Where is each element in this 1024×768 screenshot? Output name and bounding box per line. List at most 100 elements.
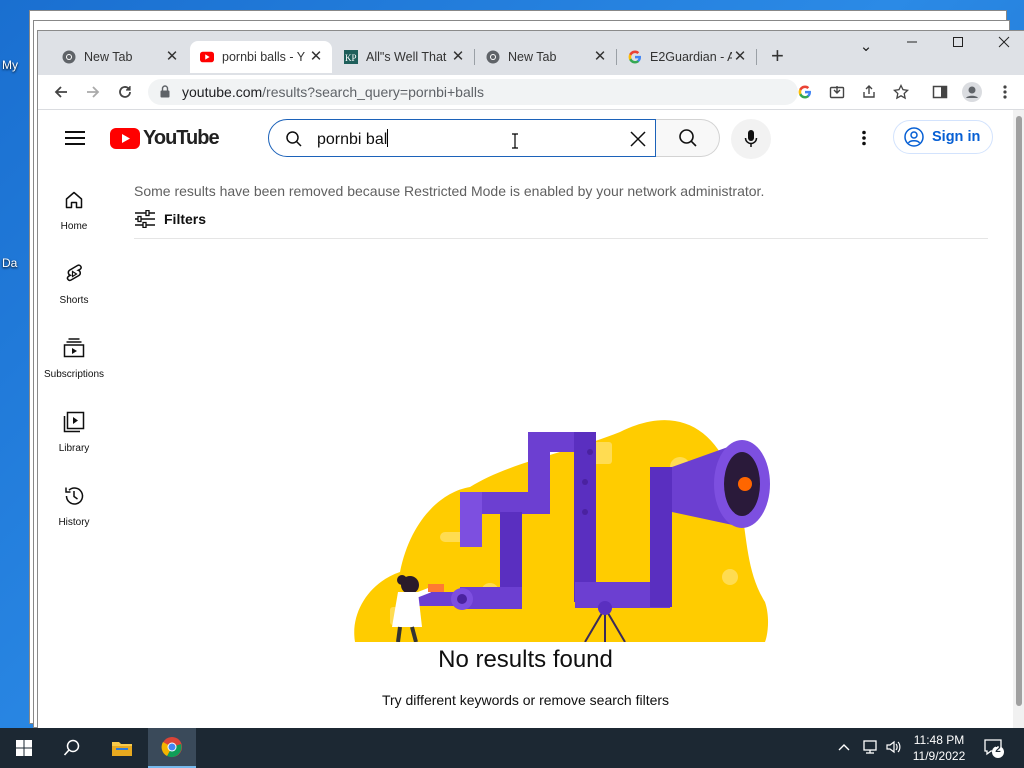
close-icon[interactable]: ✕ <box>164 49 180 65</box>
url-text[interactable]: youtube.com/results?search_query=pornbi+… <box>182 84 484 100</box>
tab-search-chevron-icon[interactable]: ⌄ <box>851 37 881 55</box>
reload-icon[interactable] <box>114 81 136 103</box>
chrome-icon <box>161 737 182 758</box>
tab-e2guardian[interactable]: E2Guardian - A ✕ <box>618 41 756 73</box>
tab-title: E2Guardian - A <box>650 50 732 64</box>
browser-toolbar: youtube.com/results?search_query=pornbi+… <box>38 75 1024 110</box>
sidebar-item-subscriptions[interactable]: Subscriptions <box>38 324 110 398</box>
tab-title: New Tab <box>84 50 133 64</box>
text-cursor-icon <box>511 133 519 154</box>
desktop-label[interactable]: Da <box>2 256 17 270</box>
close-icon[interactable]: ✕ <box>732 49 748 65</box>
bookmark-star-icon[interactable] <box>891 82 911 102</box>
sidebar-item-home[interactable]: Home <box>38 176 110 250</box>
forward-arrow-icon[interactable] <box>82 81 104 103</box>
subscriptions-icon <box>62 336 86 360</box>
settings-kebab-icon[interactable] <box>854 127 874 149</box>
chrome-icon <box>486 50 500 64</box>
youtube-play-icon <box>110 128 140 149</box>
library-icon <box>62 410 86 434</box>
menu-hamburger-icon[interactable] <box>65 130 85 151</box>
chrome-taskbar-button[interactable] <box>148 728 196 768</box>
clock-date: 11/9/2022 <box>912 749 966 763</box>
install-app-icon[interactable] <box>827 82 847 102</box>
desktop-label[interactable]: My <box>2 58 18 72</box>
start-button[interactable] <box>0 728 48 768</box>
show-hidden-icons-chevron-icon[interactable] <box>838 740 850 755</box>
browser-window: New Tab ✕ pornbi balls - Y ✕ KP All"s We… <box>37 30 1024 729</box>
home-icon <box>62 188 86 212</box>
folder-icon <box>112 742 132 756</box>
search-icon <box>285 130 303 153</box>
tab-new-tab[interactable]: New Tab ✕ <box>476 41 616 73</box>
youtube-logo[interactable]: YouTube <box>110 127 220 150</box>
no-results-subtitle: Try different keywords or remove search … <box>381 692 670 708</box>
search-button[interactable] <box>656 119 720 157</box>
youtube-wordmark: YouTube <box>143 127 220 149</box>
share-icon[interactable] <box>859 82 879 102</box>
youtube-icon <box>200 50 214 64</box>
youtube-page: YouTube pornbi bal Sign in Home Shorts S… <box>38 110 1013 729</box>
tab-separator <box>616 49 617 65</box>
close-icon[interactable]: ✕ <box>450 49 466 65</box>
tab-new-tab[interactable]: New Tab ✕ <box>40 41 188 73</box>
sign-in-button[interactable]: Sign in <box>893 120 993 154</box>
browser-menu-icon[interactable] <box>995 82 1015 102</box>
maximize-icon[interactable] <box>943 35 973 52</box>
sidebar-item-library[interactable]: Library <box>38 398 110 472</box>
side-panel-icon[interactable] <box>930 82 950 102</box>
file-explorer-button[interactable] <box>98 728 146 768</box>
url-host: youtube.com <box>182 84 263 100</box>
clear-search-icon[interactable] <box>627 128 649 150</box>
back-arrow-icon[interactable] <box>50 81 72 103</box>
tab-title: New Tab <box>508 50 557 64</box>
account-circle-icon <box>904 127 924 147</box>
minimize-icon[interactable] <box>897 35 927 52</box>
sidebar-item-label: Library <box>58 443 90 454</box>
tab-separator <box>756 49 757 65</box>
guide-sidebar: Home Shorts Subscriptions Library Histor… <box>38 176 110 546</box>
sidebar-item-label: Shorts <box>59 295 89 306</box>
taskbar-search-button[interactable] <box>48 728 96 768</box>
svg-text:KP: KP <box>345 53 357 63</box>
no-results-illustration <box>350 412 770 647</box>
notification-count: 2 <box>995 744 1001 755</box>
notification-center-button[interactable]: 2 <box>982 736 1006 765</box>
new-tab-plus-icon[interactable]: + <box>771 45 784 67</box>
profile-avatar-icon[interactable] <box>962 82 982 102</box>
close-icon[interactable]: ✕ <box>308 49 324 65</box>
restricted-mode-notice: Some results have been removed because R… <box>134 183 765 199</box>
google-lens-icon[interactable] <box>795 82 815 102</box>
filters-label: Filters <box>164 211 207 227</box>
scrollbar-thumb[interactable] <box>1016 116 1022 706</box>
tab-youtube-search[interactable]: pornbi balls - Y ✕ <box>190 41 332 73</box>
address-bar[interactable]: youtube.com/results?search_query=pornbi+… <box>148 79 798 105</box>
clock-time: 11:48 PM <box>913 733 965 747</box>
lock-icon[interactable] <box>160 85 170 103</box>
sidebar-item-history[interactable]: History <box>38 472 110 546</box>
windows-logo-icon <box>16 740 32 756</box>
voice-search-button[interactable] <box>731 119 771 159</box>
tab-alls-well[interactable]: KP All"s Well That ✕ <box>334 41 474 73</box>
filters-button[interactable]: Filters <box>134 210 206 228</box>
search-value: pornbi bal <box>317 129 389 149</box>
network-icon[interactable] <box>862 739 880 758</box>
sidebar-item-label: History <box>58 517 90 528</box>
close-icon[interactable]: ✕ <box>592 49 608 65</box>
url-path: /results?search_query=pornbi+balls <box>262 84 484 100</box>
tab-title: pornbi balls - Y <box>222 50 306 64</box>
tab-strip: New Tab ✕ pornbi balls - Y ✕ KP All"s We… <box>38 31 1024 75</box>
sidebar-item-shorts[interactable]: Shorts <box>38 250 110 324</box>
page-scrollbar[interactable] <box>1013 110 1024 729</box>
history-icon <box>62 484 86 508</box>
volume-icon[interactable] <box>885 739 903 758</box>
search-input[interactable]: pornbi bal <box>268 119 656 157</box>
no-results-title: No results found <box>438 646 613 673</box>
sidebar-item-label: Home <box>60 221 88 232</box>
microphone-icon <box>744 130 758 147</box>
text-caret <box>387 129 389 147</box>
shorts-icon <box>62 262 86 286</box>
system-clock[interactable]: 11:48 PM 11/9/2022 <box>906 732 972 764</box>
search-icon <box>678 129 697 147</box>
close-window-icon[interactable] <box>989 35 1019 52</box>
